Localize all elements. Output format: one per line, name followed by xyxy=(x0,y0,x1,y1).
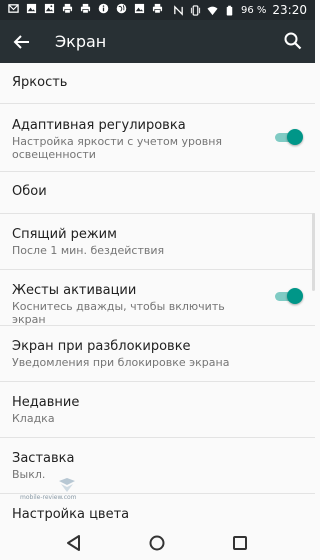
navigation-bar xyxy=(0,525,315,560)
toggle-thumb xyxy=(287,129,303,145)
setting-subtitle: После 1 мин. бездействия xyxy=(12,244,165,257)
clock: 23:20 xyxy=(272,3,307,17)
settings-list: Яркость Адаптивная регулировка Настройка… xyxy=(0,63,315,531)
setting-title: Жесты активации xyxy=(12,283,137,298)
home-circle-icon[interactable] xyxy=(147,533,167,553)
toggle-thumb xyxy=(287,288,303,304)
setting-subtitle: Кладка xyxy=(12,412,55,425)
globe-icon xyxy=(116,3,127,14)
setting-adaptive-brightness[interactable]: Адаптивная регулировка Настройка яркости… xyxy=(0,104,315,172)
setting-brightness[interactable]: Яркость xyxy=(0,63,315,104)
mail-icon xyxy=(8,4,19,13)
setting-title: Экран при разблокировке xyxy=(12,339,191,354)
setting-title: Адаптивная регулировка xyxy=(12,118,186,133)
watermark: mobile-review.com xyxy=(20,478,100,506)
app-bar: Экран xyxy=(0,20,315,63)
watermark-text: mobile-review.com xyxy=(20,494,77,501)
image-icon xyxy=(26,3,37,14)
recents-square-icon[interactable] xyxy=(230,533,250,553)
setting-recents[interactable]: Недавние Кладка xyxy=(0,382,315,438)
info-icon xyxy=(98,3,109,14)
gallery-icon xyxy=(44,3,55,14)
image-icon xyxy=(134,3,145,14)
back-triangle-icon[interactable] xyxy=(64,533,84,553)
print-icon xyxy=(80,3,91,14)
setting-subtitle: Настройка яркости с учетом уровня освеще… xyxy=(12,135,223,161)
status-bar: 96 % 23:20 xyxy=(0,0,315,20)
setting-title: Недавние xyxy=(12,395,80,410)
back-arrow-icon[interactable] xyxy=(12,32,32,52)
watermark-logo-icon xyxy=(59,478,75,492)
setting-subtitle: Уведомления при блокировке экрана xyxy=(12,356,230,369)
system-icons: 96 % 23:20 xyxy=(173,3,307,17)
setting-lock-screen[interactable]: Экран при разблокировке Уведомления при … xyxy=(0,326,315,382)
battery-percent: 96 % xyxy=(241,4,267,16)
setting-wallpaper[interactable]: Обои xyxy=(0,172,315,214)
setting-title: Обои xyxy=(12,184,47,199)
adaptive-brightness-toggle[interactable] xyxy=(273,127,303,147)
setting-title: Спящий режим xyxy=(12,227,117,242)
print-icon xyxy=(152,3,163,14)
setting-sleep[interactable]: Спящий режим После 1 мин. бездействия xyxy=(0,214,315,270)
activation-gestures-toggle[interactable] xyxy=(273,286,303,306)
setting-title: Яркость xyxy=(12,75,68,90)
scrollbar[interactable] xyxy=(312,213,315,291)
battery-icon xyxy=(226,5,233,16)
notification-icons xyxy=(8,3,163,14)
setting-title: Заставка xyxy=(12,451,75,466)
setting-activation-gestures[interactable]: Жесты активации Коснитесь дважды, чтобы … xyxy=(0,270,315,326)
setting-title: Настройка цвета xyxy=(12,507,130,522)
setting-subtitle: Коснитесь дважды, чтобы включить экран xyxy=(12,300,225,326)
nfc-icon xyxy=(174,4,183,16)
print-icon xyxy=(62,3,73,14)
vibrate-icon xyxy=(190,4,201,16)
page-title: Экран xyxy=(55,32,107,51)
wifi-icon xyxy=(207,6,218,15)
search-icon[interactable] xyxy=(283,31,303,51)
